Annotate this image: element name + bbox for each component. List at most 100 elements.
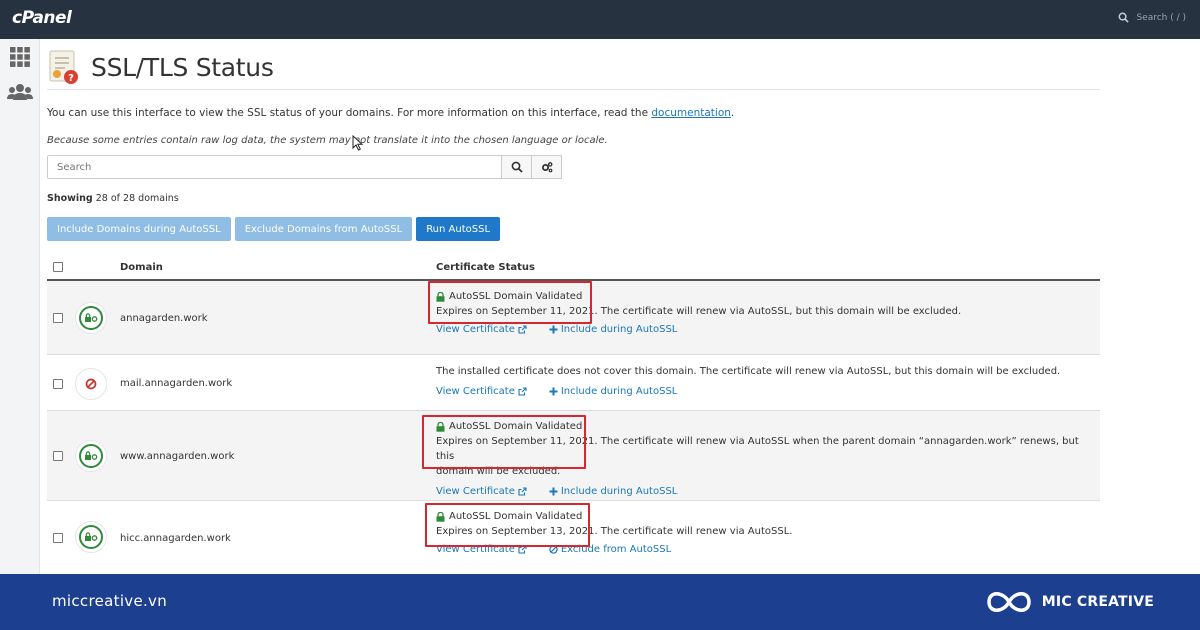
view-certificate-link[interactable]: View Certificate xyxy=(436,384,527,399)
view-certificate-link[interactable]: View Certificate xyxy=(436,322,527,337)
lock-icon xyxy=(85,451,98,460)
include-autossl-link[interactable]: Include during AutoSSL xyxy=(549,384,678,399)
row-checkbox[interactable] xyxy=(53,379,63,389)
include-autossl-link[interactable]: Include during AutoSSL xyxy=(549,484,677,499)
validated-text: AutoSSL Domain Validated xyxy=(449,511,583,522)
column-header-domain[interactable]: Domain xyxy=(120,262,163,273)
view-certificate-link[interactable]: View Certificate xyxy=(436,542,527,557)
lock-icon xyxy=(436,511,445,522)
include-autossl-label: Include during AutoSSL xyxy=(560,386,678,397)
documentation-link[interactable]: documentation xyxy=(651,107,731,119)
table-row: annagarden.work AutoSSL Domain Validated… xyxy=(47,281,1100,355)
include-autossl-link[interactable]: Include during AutoSSL xyxy=(549,322,678,337)
row-checkbox[interactable] xyxy=(53,451,63,461)
table-row: hicc.annagarden.work AutoSSL Domain Vali… xyxy=(47,501,1100,574)
status-ring xyxy=(79,444,103,468)
footer-site[interactable]: miccreative.vn xyxy=(52,592,167,610)
view-certificate-label: View Certificate xyxy=(436,386,515,397)
showing-label: Showing xyxy=(47,193,93,204)
row-checkbox[interactable] xyxy=(53,533,63,543)
status-ring xyxy=(79,306,103,330)
row-links: View Certificate Include during AutoSSL xyxy=(436,384,1060,399)
infinity-logo-icon xyxy=(987,592,1031,612)
plus-icon xyxy=(549,487,558,496)
validated-label: AutoSSL Domain Validated xyxy=(436,289,961,304)
main-content: ? SSL/TLS Status You can use this interf… xyxy=(47,39,1100,574)
external-link-icon xyxy=(518,487,527,496)
autossl-actions: Include Domains during AutoSSL Exclude D… xyxy=(47,217,501,241)
expiry-date: Expires on September 11, 2021. xyxy=(436,436,598,447)
domain-name: hicc.annagarden.work xyxy=(120,533,231,544)
view-certificate-label: View Certificate xyxy=(436,544,515,555)
domain-name: mail.annagarden.work xyxy=(120,378,233,389)
row-links: View Certificate Include during AutoSSL xyxy=(436,484,1100,499)
row-links: View Certificate Include during AutoSSL xyxy=(436,322,961,337)
domain-search-input[interactable] xyxy=(47,155,502,179)
select-all-checkbox[interactable] xyxy=(53,262,63,272)
lock-icon xyxy=(85,313,98,322)
lock-icon xyxy=(436,291,445,302)
run-autossl-button[interactable]: Run AutoSSL xyxy=(416,217,501,241)
intro-text: You can use this interface to view the S… xyxy=(47,107,734,119)
certificate-status: AutoSSL Domain Validated Expires on Sept… xyxy=(436,289,961,337)
status-ring xyxy=(79,525,103,549)
title-divider xyxy=(47,89,1100,90)
validated-text: AutoSSL Domain Validated xyxy=(449,291,583,302)
lock-icon xyxy=(85,532,98,541)
view-certificate-link[interactable]: View Certificate xyxy=(436,484,527,499)
logo-text: MIC CREATIVE xyxy=(1041,594,1154,610)
certificate-status: The installed certificate does not cover… xyxy=(436,364,1060,399)
external-link-icon xyxy=(518,387,527,396)
showing-value: 28 of 28 domains xyxy=(95,193,179,204)
renewal-message: The certificate will renew via AutoSSL, … xyxy=(597,306,962,317)
row-checkbox[interactable] xyxy=(53,313,63,323)
global-search[interactable]: Search ( / ) xyxy=(1118,12,1186,23)
view-certificate-label: View Certificate xyxy=(436,324,515,335)
external-link-icon xyxy=(518,325,527,334)
showing-count: Showing 28 of 28 domains xyxy=(47,193,179,204)
status-badge xyxy=(75,302,107,334)
include-autossl-label: Include during AutoSSL xyxy=(560,324,678,335)
validated-text: AutoSSL Domain Validated xyxy=(449,421,583,432)
status-badge xyxy=(75,440,107,472)
exclude-autossl-link[interactable]: Exclude from AutoSSL xyxy=(549,542,671,557)
exclude-domains-button[interactable]: Exclude Domains from AutoSSL xyxy=(234,217,413,241)
exclude-autossl-label: Exclude from AutoSSL xyxy=(560,544,672,555)
view-certificate-label: View Certificate xyxy=(436,486,515,497)
grid-icon[interactable] xyxy=(9,46,31,68)
search-icon xyxy=(511,161,523,173)
domain-name: www.annagarden.work xyxy=(120,451,235,462)
page-header: ? SSL/TLS Status xyxy=(47,47,274,87)
domain-search-group xyxy=(47,155,562,179)
users-icon[interactable] xyxy=(6,81,34,103)
validated-label: AutoSSL Domain Validated xyxy=(436,509,792,524)
renewal-message: The certificate will renew via AutoSSL. xyxy=(597,526,793,537)
coverage-message: The installed certificate does not cover… xyxy=(436,366,1061,377)
plus-icon xyxy=(549,325,558,334)
status-badge xyxy=(75,521,107,553)
certificate-status: AutoSSL Domain Validated Expires on Sept… xyxy=(436,419,1100,499)
cpanel-logo[interactable]: cPanel xyxy=(12,8,72,28)
search-settings-button[interactable] xyxy=(532,155,562,179)
global-search-placeholder: Search ( / ) xyxy=(1136,12,1186,23)
lock-icon xyxy=(436,421,445,432)
mic-creative-logo: MIC CREATIVE xyxy=(984,587,1154,617)
svg-text:?: ? xyxy=(68,73,74,84)
search-button[interactable] xyxy=(502,155,532,179)
column-header-status: Certificate Status xyxy=(436,262,535,273)
external-link-icon xyxy=(518,545,527,554)
row-links: View Certificate Exclude from AutoSSL xyxy=(436,542,792,557)
table-header: Domain Certificate Status xyxy=(47,257,1100,281)
include-domains-button[interactable]: Include Domains during AutoSSL xyxy=(47,217,231,241)
expiry-line: Expires on September 13, 2021. The certi… xyxy=(436,524,792,539)
mouse-cursor-icon xyxy=(352,135,364,151)
plus-icon xyxy=(549,387,558,396)
renewal-message-continued: domain will be excluded. xyxy=(436,466,561,477)
certificate-icon: ? xyxy=(49,50,78,84)
domain-name: annagarden.work xyxy=(120,313,208,324)
ban-icon xyxy=(85,378,97,390)
intro-text-after: . xyxy=(730,107,735,119)
status-badge xyxy=(75,368,107,400)
page-title: SSL/TLS Status xyxy=(91,52,274,82)
certificate-status: AutoSSL Domain Validated Expires on Sept… xyxy=(436,509,792,557)
